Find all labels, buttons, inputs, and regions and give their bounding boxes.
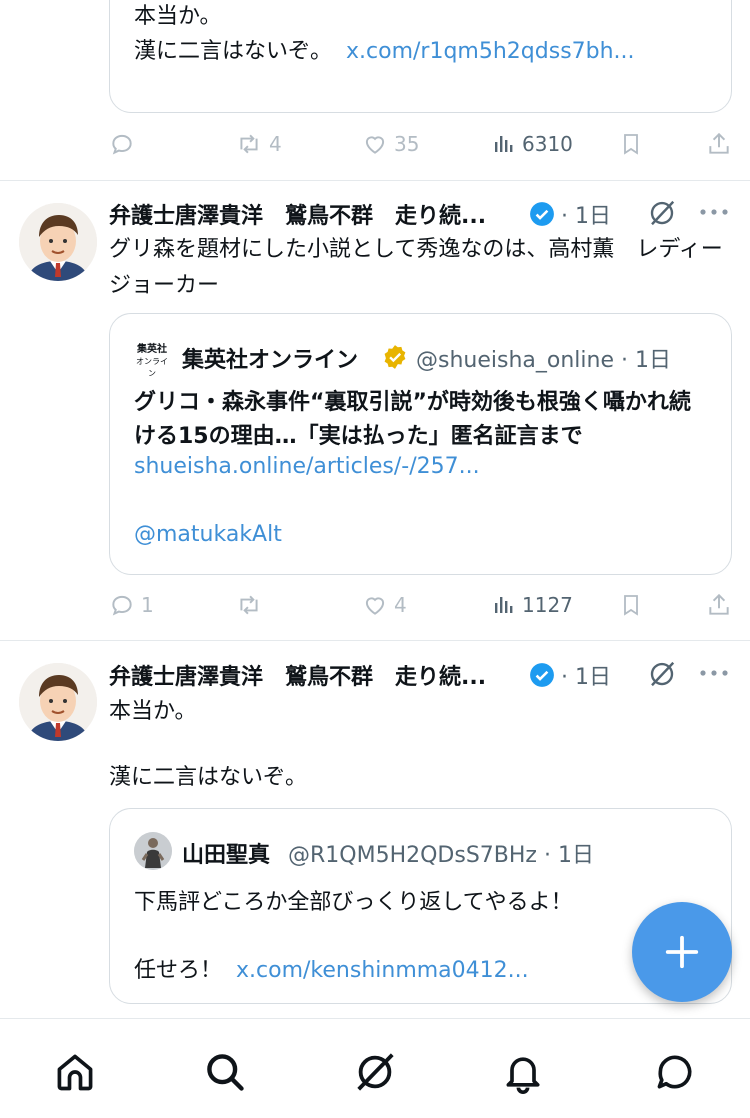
nav-search[interactable] bbox=[202, 1049, 248, 1095]
reply-button[interactable]: 1 bbox=[109, 592, 154, 618]
search-icon bbox=[207, 1054, 244, 1091]
bookmark-button[interactable] bbox=[619, 131, 643, 157]
divider bbox=[0, 640, 750, 641]
post-text: 漢に二言はないぞ。 bbox=[109, 765, 308, 790]
verified-gold-badge-icon bbox=[384, 345, 406, 369]
post-text: 本当か。 bbox=[109, 699, 197, 724]
bottom-nav bbox=[0, 1018, 750, 1118]
avatar[interactable] bbox=[19, 203, 97, 281]
quoted-post-card[interactable]: 集英社 オンライン 集英社オンライン @shueisha_online · 1日 … bbox=[109, 313, 732, 575]
like-button[interactable]: 4 bbox=[362, 592, 407, 618]
nav-notifications[interactable] bbox=[500, 1049, 546, 1095]
more-options-icon[interactable] bbox=[699, 207, 729, 217]
author-name[interactable]: 弁護士唐澤貴洋 鷲鳥不群 走り続... bbox=[109, 659, 486, 691]
messages-icon bbox=[657, 1055, 692, 1089]
quoted-author-name: 集英社オンライン bbox=[182, 348, 359, 373]
views-button[interactable]: 1127 bbox=[492, 592, 573, 618]
quoted-post-link[interactable]: x.com/kenshinmma0412... bbox=[236, 958, 529, 983]
quoted-post-link[interactable]: shueisha.online/articles/-/257... bbox=[134, 454, 480, 479]
share-icon bbox=[709, 593, 729, 615]
share-button[interactable] bbox=[706, 131, 732, 157]
views-icon bbox=[495, 597, 513, 613]
heart-icon bbox=[365, 136, 385, 154]
quoted-post-link[interactable]: x.com/r1qm5h2qdss7bh... bbox=[346, 39, 635, 64]
like-count: 4 bbox=[394, 593, 407, 617]
share-button[interactable] bbox=[706, 592, 732, 618]
nav-messages[interactable] bbox=[652, 1049, 698, 1095]
grok-icon bbox=[357, 1053, 394, 1091]
retweet-count: 4 bbox=[269, 132, 282, 156]
reply-icon bbox=[112, 134, 132, 155]
like-count: 35 bbox=[394, 132, 420, 156]
grok-icon[interactable] bbox=[647, 198, 677, 228]
retweet-icon bbox=[240, 134, 258, 154]
bookmark-icon bbox=[624, 595, 638, 616]
bookmark-button[interactable] bbox=[619, 592, 643, 618]
bookmark-icon bbox=[624, 134, 638, 155]
mention-link[interactable]: @matukakAlt bbox=[134, 522, 282, 547]
publisher-logo: 集英社 オンライン bbox=[136, 344, 168, 378]
post-time: · 1日 bbox=[561, 665, 611, 690]
notifications-icon bbox=[506, 1057, 540, 1094]
share-icon bbox=[709, 132, 729, 154]
more-options-icon[interactable] bbox=[699, 668, 729, 678]
views-icon bbox=[495, 136, 513, 152]
quoted-author-handle: @R1QM5H2QDsS7BHz · 1日 bbox=[288, 843, 594, 868]
post-actions: 4 35 6310 bbox=[109, 131, 734, 161]
views-count: 1127 bbox=[522, 593, 573, 617]
views-button[interactable]: 6310 bbox=[492, 131, 573, 157]
plus-icon bbox=[665, 935, 699, 969]
quoted-post-card[interactable]: 本当か。 漢に二言はないぞ。 x.com/r1qm5h2qdss7bh... bbox=[109, 0, 732, 113]
retweet-button[interactable] bbox=[235, 592, 263, 618]
home-icon bbox=[57, 1054, 93, 1091]
like-button[interactable]: 35 bbox=[362, 131, 419, 157]
post-text: グリ森を題材にした小説として秀逸なのは、高村薫 レディージョーカー bbox=[109, 237, 723, 298]
quoted-author-handle: @shueisha_online · 1日 bbox=[416, 348, 671, 373]
nav-home[interactable] bbox=[52, 1049, 98, 1095]
reply-count: 1 bbox=[141, 593, 154, 617]
quoted-post-text: 任せろ！ x.com/kenshinmma0412... bbox=[134, 958, 529, 983]
post-header: 弁護士唐澤貴洋 鷲鳥不群 走り続... · 1日 bbox=[109, 198, 734, 232]
post-header: 弁護士唐澤貴洋 鷲鳥不群 走り続... · 1日 bbox=[109, 659, 734, 693]
heart-icon bbox=[365, 597, 385, 615]
quoted-post-header: 集英社 オンライン 集英社オンライン @shueisha_online · 1日 bbox=[134, 342, 714, 378]
quoted-author-name: 山田聖真 bbox=[182, 843, 271, 868]
avatar[interactable] bbox=[19, 663, 97, 741]
retweet-button[interactable]: 4 bbox=[235, 131, 282, 157]
grok-icon[interactable] bbox=[647, 659, 677, 689]
post-actions: 1 4 1127 bbox=[109, 592, 734, 622]
nav-grok[interactable] bbox=[352, 1049, 398, 1095]
reply-button[interactable] bbox=[109, 131, 135, 157]
quoted-post-text: 本当か。 bbox=[134, 4, 222, 29]
quoted-post-text: 下馬評どころか全部びっくり返してやるよ！ bbox=[134, 890, 573, 915]
author-name[interactable]: 弁護士唐澤貴洋 鷲鳥不群 走り続... bbox=[109, 198, 486, 230]
verified-badge-icon bbox=[530, 663, 554, 687]
compose-button[interactable] bbox=[632, 902, 732, 1002]
quoted-post-text: グリコ・森永事件“裏取引説”が時効後も根強く囁かれ続ける15の理由…「実は払った… bbox=[134, 390, 691, 449]
retweet-icon bbox=[240, 595, 258, 615]
verified-badge-icon bbox=[530, 202, 554, 226]
reply-icon bbox=[112, 595, 132, 616]
divider bbox=[0, 180, 750, 181]
quoted-post-text: 漢に二言はないぞ。 x.com/r1qm5h2qdss7bh... bbox=[134, 39, 635, 64]
views-count: 6310 bbox=[522, 132, 573, 156]
post-time: · 1日 bbox=[561, 204, 611, 229]
quoted-author-avatar bbox=[134, 832, 172, 870]
